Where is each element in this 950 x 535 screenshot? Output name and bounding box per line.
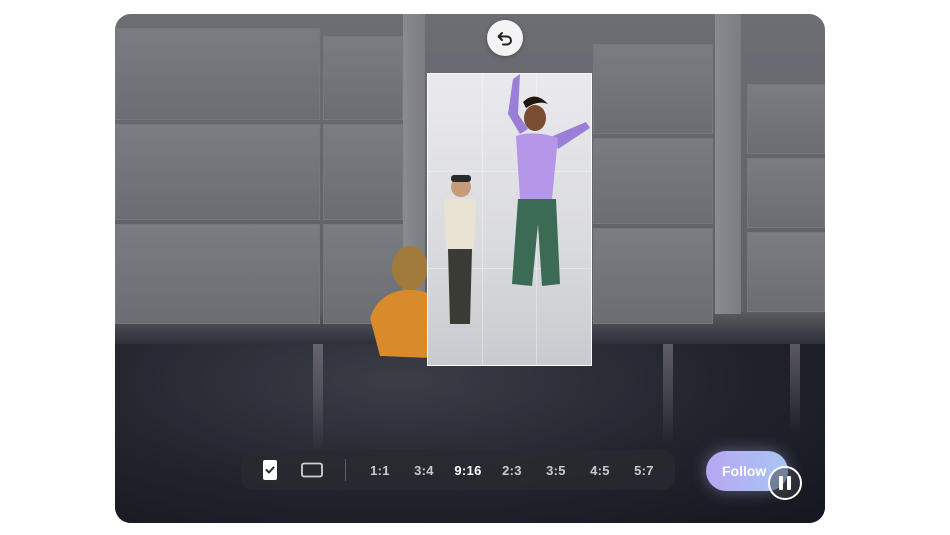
crop-landscape-icon[interactable] xyxy=(301,459,323,481)
undo-icon xyxy=(497,32,512,46)
toolbar-divider xyxy=(345,459,346,481)
ratio-5-7[interactable]: 5:7 xyxy=(622,463,666,478)
dancer-main-figure xyxy=(508,74,590,286)
crop-portrait-check-icon[interactable] xyxy=(259,459,281,481)
ratio-3-5[interactable]: 3:5 xyxy=(534,463,578,478)
aspect-ratio-toolbar: 1:1 3:4 9:16 2:3 3:5 4:5 5:7 xyxy=(241,450,675,490)
ratio-9-16[interactable]: 9:16 xyxy=(446,463,490,478)
ratio-4-5[interactable]: 4:5 xyxy=(578,463,622,478)
ratio-2-3[interactable]: 2:3 xyxy=(490,463,534,478)
video-preview: 1:1 3:4 9:16 2:3 3:5 4:5 5:7 Follow xyxy=(115,14,825,523)
crop-frame[interactable] xyxy=(427,73,592,366)
follow-button-label: Follow xyxy=(722,463,767,479)
ratio-1-1[interactable]: 1:1 xyxy=(358,463,402,478)
pause-icon xyxy=(777,476,793,490)
undo-button[interactable] xyxy=(487,20,523,56)
pause-button[interactable] xyxy=(768,466,802,500)
ratio-3-4[interactable]: 3:4 xyxy=(402,463,446,478)
